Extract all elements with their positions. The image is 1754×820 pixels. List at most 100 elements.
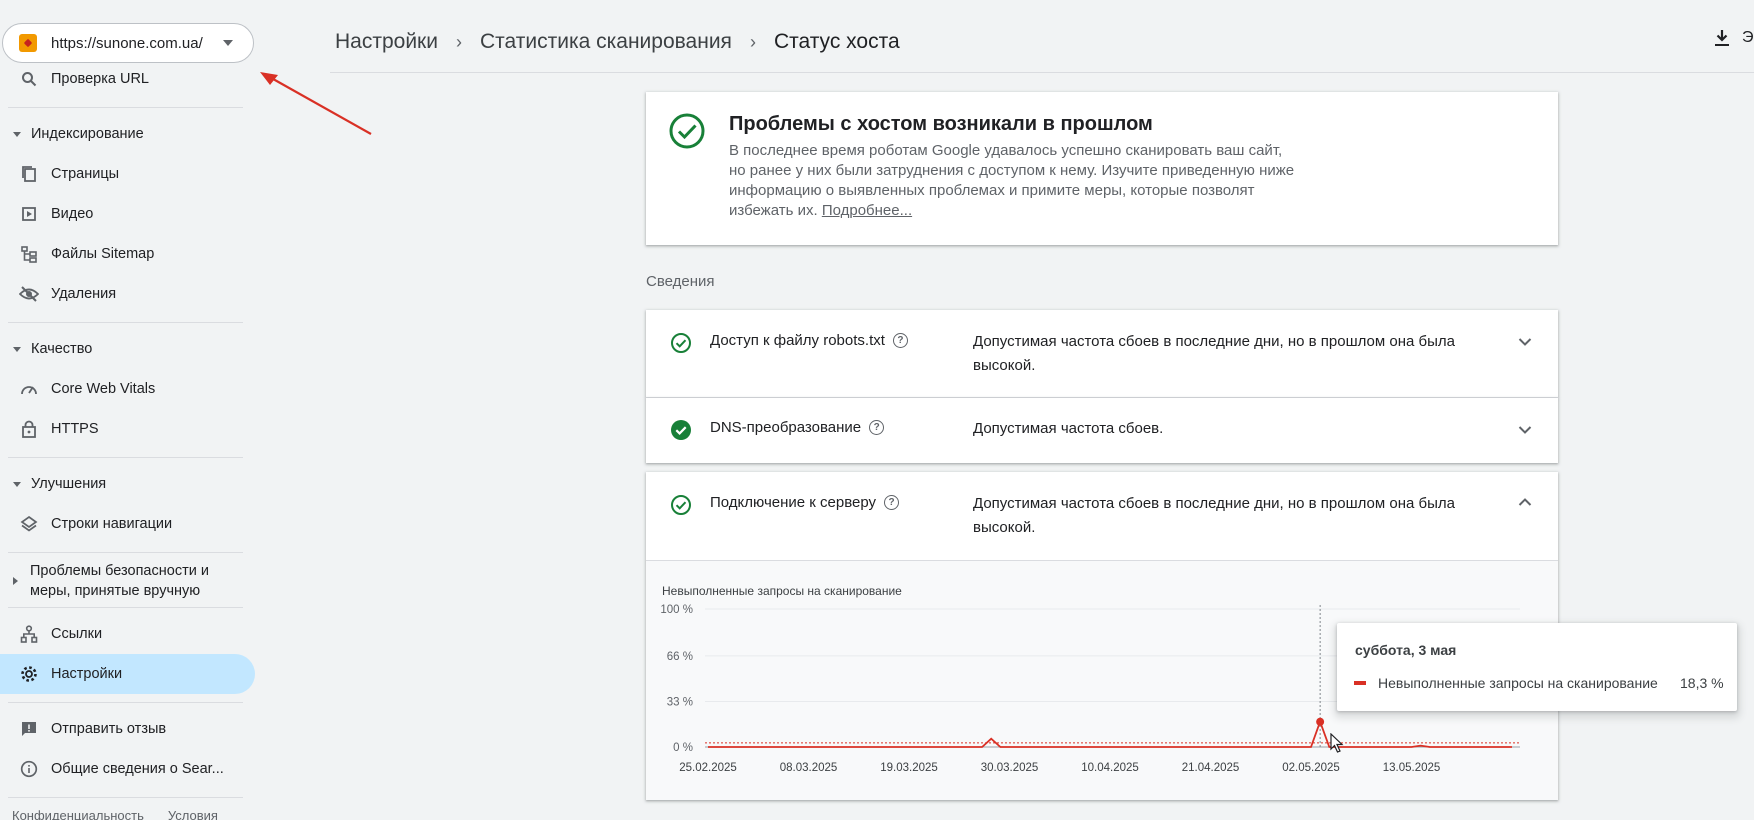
check-value: Допустимая частота сбоев в последние дни… — [973, 330, 1473, 378]
sidebar-item-pages[interactable]: Страницы — [0, 154, 255, 194]
lock-icon — [19, 419, 39, 439]
details-heading: Сведения — [646, 273, 715, 290]
tooltip-series-swatch — [1354, 681, 1366, 685]
chevron-down-icon[interactable] — [1518, 337, 1532, 347]
header: Настройки › Статистика сканирования › Ст… — [330, 0, 1754, 73]
chevron-up-icon[interactable] — [1518, 497, 1532, 507]
divider — [8, 457, 243, 458]
x-tick-label: 02.05.2025 — [1282, 762, 1340, 774]
sidebar-item-feedback[interactable]: Отправить отзыв — [0, 709, 255, 749]
sidebar-item-label: Удаления — [51, 286, 117, 302]
y-tick-label: 33 % — [667, 696, 693, 708]
sidebar: https://sunone.com.ua/ Проверка URL Инде… — [0, 0, 260, 820]
tooltip-value: 18,3 % — [1680, 675, 1724, 691]
description-line: но ранее у них были затруднения с доступ… — [729, 162, 1295, 179]
sidebar-item-settings[interactable]: Настройки — [0, 654, 255, 694]
divider — [8, 107, 243, 108]
sidebar-item-label: Core Web Vitals — [51, 381, 156, 397]
sidebar-item-label: Настройки — [51, 666, 123, 682]
sidebar-item-label: Видео — [51, 206, 94, 222]
status-title: Проблемы с хостом возникали в прошлом — [729, 113, 1153, 135]
sidebar-item-https[interactable]: HTTPS — [0, 409, 255, 449]
gear-icon — [19, 664, 39, 684]
tooltip-date: суббота, 3 мая — [1355, 642, 1457, 658]
sidebar-item-label: Отправить отзыв — [51, 721, 167, 737]
y-tick-label: 66 % — [667, 651, 693, 663]
sidebar-item-breadcrumbs[interactable]: Строки навигации — [0, 504, 255, 544]
links-tree-icon — [19, 624, 39, 644]
expand-arrow-icon — [13, 577, 18, 585]
section-title: Проблемы безопасности и меры, принятые в… — [30, 561, 209, 601]
download-icon — [1715, 30, 1729, 46]
sidebar-item-label: Файлы Sitemap — [51, 246, 155, 262]
hovered-data-point — [1316, 717, 1325, 726]
x-tick-label: 25.02.2025 — [679, 762, 737, 774]
help-icon[interactable]: ? — [884, 495, 900, 510]
terms-link[interactable]: Условия — [168, 808, 218, 820]
visibility-off-icon — [19, 284, 39, 304]
sidebar-item-url-inspection[interactable]: Проверка URL — [0, 59, 255, 99]
help-icon[interactable]: ? — [892, 333, 908, 348]
chevron-right-icon: › — [455, 31, 462, 52]
section-indexing[interactable]: Индексирование — [0, 119, 255, 149]
section-quality[interactable]: Качество — [0, 334, 255, 364]
section-title: Качество — [31, 341, 93, 357]
annotation-arrow — [260, 72, 372, 135]
check-name: Подключение к серверу ? — [710, 494, 900, 511]
learn-more-link[interactable]: Подробнее... — [822, 202, 912, 219]
check-row-robots[interactable]: Доступ к файлу robots.txt ? Допустимая ч… — [646, 310, 1558, 397]
status-description: В последнее время роботам Google удавало… — [729, 141, 1329, 221]
check-value: Допустимая частота сбоев в последние дни… — [973, 492, 1473, 540]
divider — [8, 702, 243, 703]
section-title: Улучшения — [31, 476, 107, 492]
sidebar-item-label: Проверка URL — [51, 71, 149, 87]
sidebar-item-label: Общие сведения о Sear... — [51, 761, 224, 777]
check-value: Допустимая частота сбоев. — [973, 417, 1473, 441]
breadcrumb-settings[interactable]: Настройки — [335, 30, 438, 54]
export-button[interactable]: Э — [1714, 29, 1754, 47]
description-text: избежать их. — [729, 202, 822, 219]
speed-gauge-icon — [19, 379, 39, 399]
divider — [8, 797, 243, 798]
check-name: DNS-преобразование ? — [710, 419, 885, 436]
x-tick-label: 13.05.2025 — [1383, 762, 1441, 774]
chevron-down-icon[interactable] — [1518, 425, 1532, 435]
check-circle-outline-icon — [671, 495, 691, 515]
section-title-line: Проблемы безопасности и — [30, 563, 209, 579]
check-name-text: Подключение к серверу — [710, 494, 877, 511]
dropdown-arrow-icon — [223, 40, 233, 46]
sidebar-item-label: Строки навигации — [51, 516, 173, 532]
sidebar-item-about[interactable]: Общие сведения о Sear... — [0, 749, 255, 789]
collapse-arrow-icon — [13, 481, 21, 487]
breadcrumb-host-status: Статус хоста — [773, 30, 900, 53]
breadcrumb-crawl-stats[interactable]: Статистика сканирования — [480, 30, 732, 54]
property-url: https://sunone.com.ua/ — [51, 34, 203, 52]
divider — [8, 322, 243, 323]
chevron-right-icon: › — [749, 31, 756, 52]
mouse-cursor-icon — [1330, 733, 1344, 753]
section-security[interactable]: Проблемы безопасности и меры, принятые в… — [0, 557, 255, 605]
check-row-dns[interactable]: DNS-преобразование ? Допустимая частота … — [646, 398, 1558, 463]
x-tick-label: 10.04.2025 — [1081, 762, 1139, 774]
video-icon — [19, 204, 39, 224]
check-value-line: Допустимая частота сбоев в последние дни… — [973, 495, 1455, 512]
sidebar-item-sitemaps[interactable]: Файлы Sitemap — [0, 234, 255, 274]
check-circle-outline-icon — [671, 333, 691, 353]
description-line: информацию о выявленных проблемах и прим… — [729, 182, 1255, 199]
sidebar-item-video[interactable]: Видео — [0, 194, 255, 234]
help-icon[interactable]: ? — [869, 420, 885, 435]
property-selector[interactable]: https://sunone.com.ua/ — [2, 23, 254, 63]
sidebar-item-label: HTTPS — [51, 421, 99, 437]
sidebar-item-removals[interactable]: Удаления — [0, 274, 255, 314]
sidebar-item-core-web-vitals[interactable]: Core Web Vitals — [0, 369, 255, 409]
y-tick-label: 100 % — [660, 604, 693, 616]
description-line: избежать их. Подробнее... — [729, 201, 1329, 221]
sidebar-item-links[interactable]: Ссылки — [0, 614, 255, 654]
check-value-line: высокой. — [973, 519, 1036, 536]
export-label: Э — [1742, 29, 1754, 46]
section-enhancements[interactable]: Улучшения — [0, 469, 255, 499]
footer-links: Конфиденциальность Условия — [12, 808, 218, 820]
check-value-line: Допустимая частота сбоев. — [973, 420, 1164, 437]
privacy-link[interactable]: Конфиденциальность — [12, 808, 144, 820]
check-name: Доступ к файлу robots.txt ? — [710, 332, 908, 349]
